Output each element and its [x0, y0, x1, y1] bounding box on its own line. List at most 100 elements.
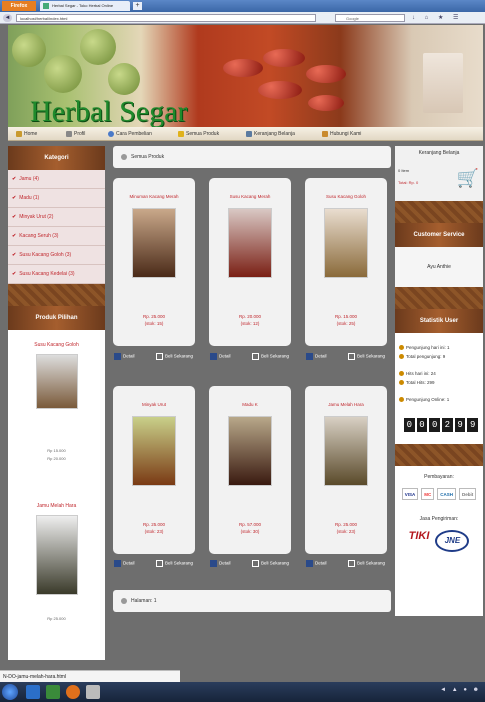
product-title[interactable]: Jamu Melah Hara — [305, 402, 387, 410]
product-actions: Detail Beli Sekarang — [209, 557, 291, 573]
product-stock: (stok: 23) — [336, 529, 356, 534]
debit-logo-icon: Debit — [459, 488, 477, 500]
green-bean-image — [108, 63, 140, 95]
product-image[interactable] — [228, 208, 272, 278]
check-icon: ✔ — [12, 195, 17, 201]
explorer-app-icon[interactable] — [26, 685, 40, 699]
detail-button[interactable]: Detail — [114, 353, 135, 360]
stats-panel: Pengunjung hari ini: 1 Total pengunjung:… — [395, 333, 483, 444]
firefox-app-icon[interactable] — [66, 685, 80, 699]
product-image[interactable] — [132, 416, 176, 486]
detail-icon — [114, 560, 121, 567]
new-tab-button[interactable]: + — [133, 2, 142, 10]
menu-item-keranjang[interactable]: Keranjang Belanja — [246, 127, 295, 141]
search-input[interactable]: Google — [335, 14, 405, 22]
product-stock: (stok: 25) — [336, 321, 356, 326]
featured-product-name[interactable]: Susu Kacang Goloh — [8, 342, 105, 348]
url-bar[interactable]: localhost/herbal/index.html — [16, 14, 316, 22]
stat-line: Total pengunjung: 9 — [399, 352, 483, 361]
product-stock: (stok: 30) — [240, 529, 260, 534]
file-app-icon[interactable] — [86, 685, 100, 699]
shipping-logos: TIKI JNE — [395, 530, 483, 552]
cs-contact[interactable]: Ayu Anthie — [395, 247, 483, 287]
product-title[interactable]: Susu Kacang Merah — [209, 194, 291, 202]
detail-icon — [114, 353, 121, 360]
counter-digit: 0 — [416, 418, 428, 432]
buy-button[interactable]: Beli Sekarang — [251, 560, 289, 567]
system-tray[interactable]: ◄ ▲ ● ☻ — [440, 687, 481, 693]
product-image[interactable] — [324, 208, 368, 278]
user-icon — [399, 380, 404, 386]
category-item[interactable]: ✔ Kacang Seruh (3) — [8, 227, 105, 246]
buy-button[interactable]: Beli Sekarang — [347, 560, 385, 567]
red-bean-image — [258, 81, 302, 99]
check-icon: ✔ — [12, 252, 17, 258]
buy-button[interactable]: Beli Sekarang — [155, 560, 193, 567]
left-sidebar: Kategori ✔ Jamu (4) ✔ Madu (1) ✔ Minyak Uru… — [8, 146, 105, 660]
product-image[interactable] — [324, 416, 368, 486]
back-arrow-icon[interactable]: ◄ — [3, 14, 12, 22]
menu-item-hubungi[interactable]: Hubungi Kami — [322, 127, 361, 141]
browser-navbar: ◄ localhost/herbal/index.html Google ↓ ⌂… — [0, 12, 485, 24]
menu-item-home[interactable]: Home — [16, 127, 37, 141]
check-icon: ✔ — [12, 271, 17, 277]
home-icon — [16, 130, 22, 137]
category-item[interactable]: ✔ Susu Kacang Goloh (3) — [8, 246, 105, 265]
check-icon: ✔ — [12, 176, 17, 182]
media-app-icon[interactable] — [46, 685, 60, 699]
os-taskbar: ◄ ▲ ● ☻ — [0, 682, 485, 702]
browser-tab[interactable]: Herbal Segar - Toko Herbal Online — [40, 1, 130, 11]
counter-digit: 0 — [404, 418, 415, 432]
detail-button[interactable]: Detail — [306, 560, 327, 567]
detail-button[interactable]: Detail — [114, 560, 135, 567]
favicon-icon — [43, 3, 49, 9]
featured-product-image[interactable] — [35, 515, 78, 595]
detail-icon — [210, 353, 217, 360]
featured-product-price: Rp 15.000 — [47, 448, 66, 453]
product-price: Rp. 57.000 — [238, 522, 262, 527]
buy-button[interactable]: Beli Sekarang — [347, 353, 385, 360]
product-price: Rp. 25.000 — [142, 522, 166, 527]
category-item[interactable]: ✔ Minyak Urut (2) — [8, 208, 105, 227]
product-price: Rp. 15.000 — [334, 314, 358, 319]
buy-button[interactable]: Beli Sekarang — [155, 353, 193, 360]
featured-product-image[interactable] — [35, 354, 78, 409]
counter-digit: 9 — [454, 418, 466, 432]
cart-icon — [251, 560, 259, 567]
product-title[interactable]: Minyak Urut — [113, 402, 195, 410]
product-title[interactable]: Susu Kacang Goloh — [305, 194, 387, 202]
category-item[interactable]: ✔ Susu Kacang Kedelai (3) — [8, 265, 105, 284]
menu-item-cara-pembelian[interactable]: Cara Pembelian — [108, 127, 152, 141]
detail-icon — [306, 560, 313, 567]
pagination[interactable]: Halaman: 1 — [113, 590, 391, 612]
cart-total: Total: Rp. 0 — [398, 180, 419, 185]
firefox-menu-button[interactable]: Firefox — [2, 1, 36, 11]
product-title[interactable]: Minuman Kacang Merah — [113, 194, 195, 202]
product-actions: Detail Beli Sekarang — [305, 557, 387, 573]
product-title[interactable]: Madu K — [209, 402, 291, 410]
green-bean-image — [12, 33, 46, 67]
menu-item-profil[interactable]: Profil — [66, 127, 85, 141]
product-actions: Detail Beli Sekarang — [113, 350, 195, 366]
product-area: Semua Produk Minuman Kacang Merah Rp. 25… — [113, 146, 391, 612]
buy-button[interactable]: Beli Sekarang — [251, 353, 289, 360]
category-item[interactable]: ✔ Jamu (4) — [8, 170, 105, 189]
product-image[interactable] — [132, 208, 176, 278]
product-image[interactable] — [228, 416, 272, 486]
category-item[interactable]: ✔ Madu (1) — [8, 189, 105, 208]
right-sidebar: Keranjang Belanja 0 Item Total: Rp. 0 🛒 … — [395, 146, 483, 616]
detail-button[interactable]: Detail — [306, 353, 327, 360]
stat-line: Pengunjung Online: 1 — [399, 395, 483, 404]
site-title: Herbal Segar — [30, 95, 188, 127]
start-button-icon[interactable] — [2, 684, 18, 700]
detail-button[interactable]: Detail — [210, 353, 231, 360]
visa-logo-icon: VISA — [401, 488, 419, 500]
mastercard-logo-icon: MC — [421, 488, 435, 500]
menu-item-semua-produk[interactable]: Semua Produk — [178, 127, 219, 141]
shipping-title: Jasa Pengiriman: — [419, 516, 459, 522]
shopping-cart-icon[interactable]: 🛒 — [457, 168, 479, 189]
featured-product-name[interactable]: Jamu Melah Hara — [8, 503, 105, 509]
detail-button[interactable]: Detail — [210, 560, 231, 567]
toolbar-icons[interactable]: ↓ ⌂ ★ ☰ — [412, 14, 462, 21]
product-stock: (stok: 23) — [144, 529, 164, 534]
